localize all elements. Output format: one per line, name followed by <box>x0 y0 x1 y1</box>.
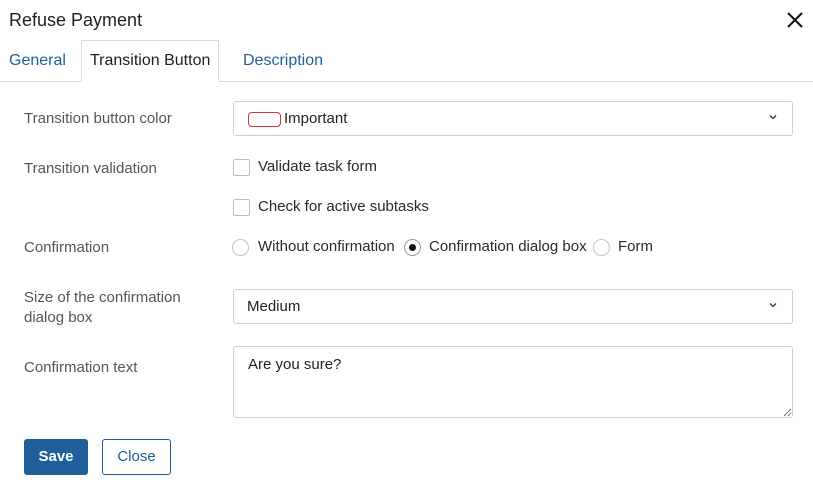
tab-transition-button[interactable]: Transition Button <box>81 40 220 82</box>
radio-form[interactable] <box>593 239 610 256</box>
close-icon[interactable] <box>783 8 807 32</box>
confirmation-dialog-box-label: Confirmation dialog box <box>429 238 587 255</box>
dialog-size-value: Medium <box>247 298 301 315</box>
dialog-size-label: Size of the confirmation dialog box <box>24 288 181 328</box>
validate-task-form-checkbox[interactable] <box>233 159 250 176</box>
confirmation-text-label: Confirmation text <box>24 359 138 376</box>
dialog-title: Refuse Payment <box>9 10 143 30</box>
confirmation-text-input[interactable]: Are you sure? <box>233 346 793 418</box>
close-button[interactable]: Close <box>102 439 171 475</box>
button-color-label: Transition button color <box>24 110 172 127</box>
dialog-size-select[interactable]: Medium <box>233 289 793 324</box>
radio-without-confirmation[interactable] <box>232 239 249 256</box>
check-active-subtasks-checkbox[interactable] <box>233 199 250 216</box>
save-button[interactable]: Save <box>24 439 88 475</box>
color-swatch <box>248 112 281 127</box>
chevron-down-icon <box>769 303 777 308</box>
button-color-select[interactable]: Important <box>233 101 793 136</box>
tab-description[interactable]: Description <box>235 40 331 82</box>
check-active-subtasks-label: Check for active subtasks <box>258 198 429 215</box>
validation-label: Transition validation <box>24 160 157 177</box>
tab-bar: General Transition Button Description <box>0 40 813 82</box>
without-confirmation-label: Without confirmation <box>258 238 395 255</box>
dialog-size-label-line1: Size of the confirmation <box>24 289 181 306</box>
dialog-size-label-line2: dialog box <box>24 309 93 326</box>
chevron-down-icon <box>769 115 777 120</box>
validate-task-form-label: Validate task form <box>258 158 377 175</box>
button-color-value: Important <box>284 110 348 127</box>
radio-confirmation-dialog-box[interactable] <box>404 239 421 256</box>
tab-general[interactable]: General <box>1 40 74 82</box>
confirmation-label: Confirmation <box>24 239 110 256</box>
form-option-label: Form <box>618 238 653 255</box>
